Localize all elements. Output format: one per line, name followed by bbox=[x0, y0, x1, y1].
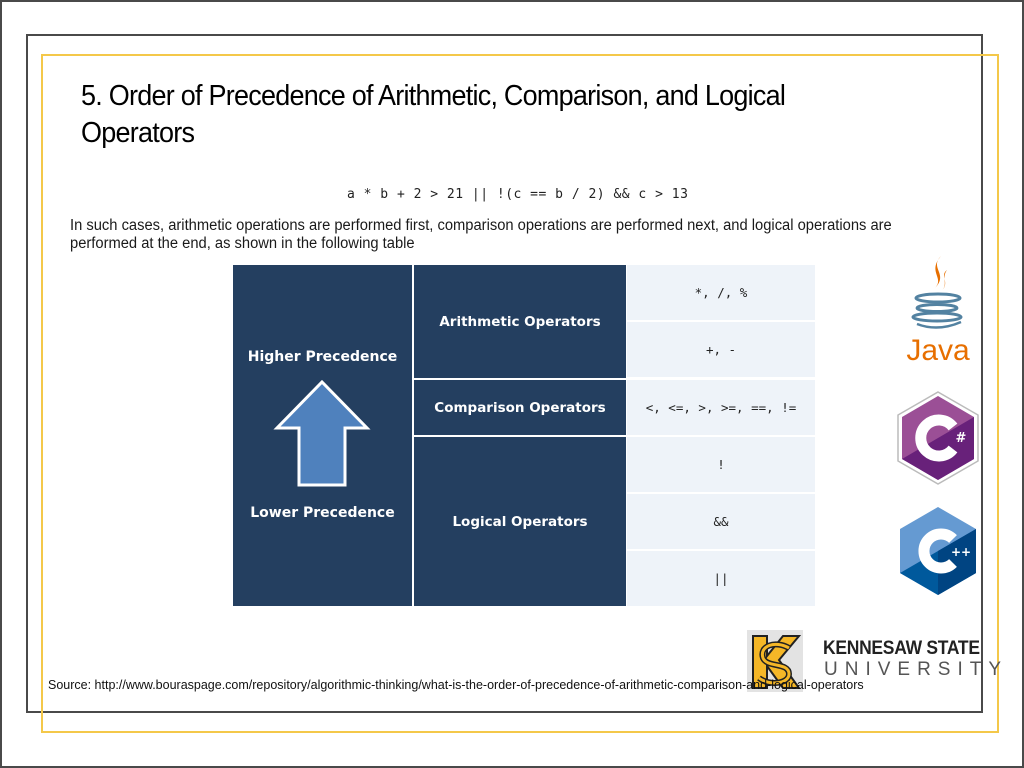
example-expression: a * b + 2 > 21 || !(c == b / 2) && c > 1… bbox=[347, 187, 689, 202]
precedence-table: Higher Precedence Lower Precedence Arith… bbox=[233, 265, 815, 606]
csharp-logo-icon: # bbox=[897, 391, 979, 485]
operator-cell-multiplicative: *, /, % bbox=[627, 265, 815, 320]
source-citation: Source: http://www.bouraspage.com/reposi… bbox=[48, 678, 864, 692]
operator-cell-not: ! bbox=[627, 437, 815, 492]
higher-precedence-label: Higher Precedence bbox=[247, 349, 398, 365]
category-logical: Logical Operators bbox=[414, 437, 626, 606]
svg-text:++: ++ bbox=[951, 545, 971, 559]
svg-text:Java: Java bbox=[906, 334, 970, 366]
category-arithmetic: Arithmetic Operators bbox=[414, 265, 626, 378]
operator-cell-additive: +, - bbox=[627, 322, 815, 377]
category-column: Arithmetic Operators Comparison Operator… bbox=[414, 265, 626, 606]
description-text: In such cases, arithmetic operations are… bbox=[70, 217, 892, 252]
slide-title: 5. Order of Precedence of Arithmetic, Co… bbox=[81, 80, 786, 149]
category-comparison: Comparison Operators bbox=[414, 380, 626, 435]
university-name-line1: KENNESAW STATE bbox=[823, 638, 980, 659]
operator-cell-or: || bbox=[627, 551, 815, 606]
operators-column: *, /, % +, - <, <=, >, >=, ==, != ! && |… bbox=[627, 265, 815, 606]
operator-cell-and: && bbox=[627, 494, 815, 549]
precedence-column: Higher Precedence Lower Precedence bbox=[233, 265, 412, 606]
operator-cell-comparison: <, <=, >, >=, ==, != bbox=[627, 380, 815, 435]
svg-text:#: # bbox=[956, 431, 967, 446]
java-logo-icon: Java bbox=[906, 256, 970, 366]
cpp-logo-icon: ++ bbox=[900, 507, 976, 595]
lower-precedence-label: Lower Precedence bbox=[250, 505, 395, 521]
up-arrow-icon bbox=[273, 379, 371, 487]
